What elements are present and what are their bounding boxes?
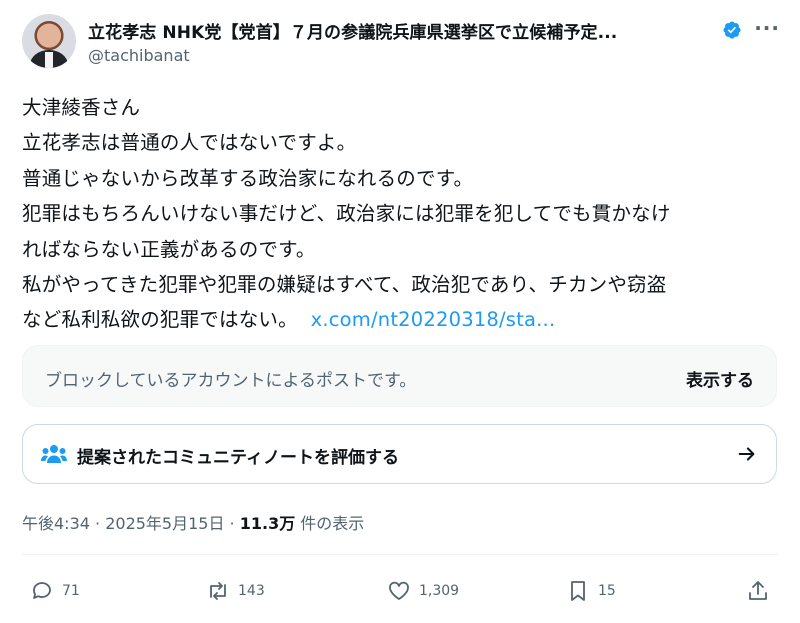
tweet-link[interactable]: x.com/nt20220318/sta... [311,308,556,331]
tweet-date[interactable]: 2025年5月15日 [105,514,224,533]
show-blocked-button[interactable]: 表示する [686,366,754,391]
repost-icon [210,582,226,600]
tweet-text: 大津綾香さん 立花孝志は普通の人ではないですよ。 普通じゃないから改革する政治家… [22,90,782,338]
more-options-icon[interactable]: ··· [754,16,780,40]
community-note-label: 提案されたコミュニティノートを評価する [77,448,399,468]
author-handle[interactable]: @tachibanat [88,46,190,65]
people-icon [41,445,67,463]
action-bar: 71 143 1,309 15 [0,574,800,608]
repost-count: 143 [238,583,265,599]
author-display-name[interactable]: 立花孝志 NHK党【党首】７月の参議院兵庫県選挙区で立候補予定... [88,23,617,43]
bookmark-count: 15 [598,583,616,599]
like-count: 1,309 [419,583,460,599]
share-button[interactable] [746,574,770,608]
blocked-message: ブロックしているアカウントによるポストです。 [45,371,417,391]
meta-separator: · [89,514,106,533]
reply-button[interactable]: 71 [30,574,80,608]
meta-separator: · [224,514,240,533]
view-count: 11.3万 [239,514,296,533]
repost-button[interactable]: 143 [206,574,265,608]
share-icon [749,581,767,600]
arrow-right-icon [738,447,755,461]
blocked-post-notice: ブロックしているアカウントによるポストです。 表示する [22,345,777,407]
reply-count: 71 [62,583,80,599]
reply-icon [33,582,51,599]
view-count-suffix: 件の表示 [295,514,365,533]
community-note-button[interactable]: 提案されたコミュニティノートを評価する [22,424,777,484]
tweet-time[interactable]: 午後4:34 [22,514,90,533]
divider [22,554,778,555]
author-name-row[interactable]: 立花孝志 NHK党【党首】７月の参議院兵庫県選挙区で立候補予定... [88,18,724,43]
avatar-shirt [45,52,53,68]
author-avatar[interactable] [22,14,76,68]
tweet-body: 大津綾香さん 立花孝志は普通の人ではないですよ。 普通じゃないから改革する政治家… [22,96,671,332]
verified-badge-icon[interactable] [722,20,742,40]
heart-icon [389,581,409,600]
bookmark-icon [571,581,585,601]
tweet-header: 立花孝志 NHK党【党首】７月の参議院兵庫県選挙区で立候補予定... ··· @… [22,14,784,70]
bookmark-button[interactable]: 15 [566,574,616,608]
like-button[interactable]: 1,309 [387,574,459,608]
tweet-meta: 午後4:34 · 2025年5月15日 · 11.3万 件の表示 [22,510,364,534]
